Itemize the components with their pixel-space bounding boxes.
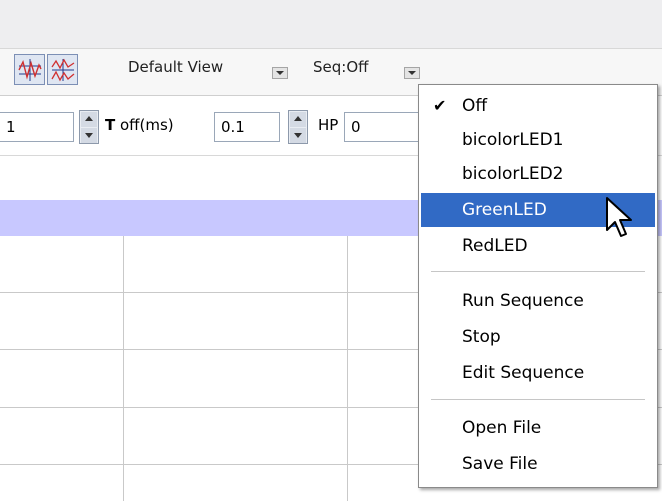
toff-stepper[interactable]: [288, 110, 308, 144]
trace-overlay-icon[interactable]: [14, 54, 45, 85]
toff-input[interactable]: [214, 112, 280, 142]
menu-item-label: Off: [462, 96, 488, 116]
menu-item-label: Stop: [462, 327, 501, 347]
hp-input[interactable]: [344, 112, 420, 142]
trace-split-icon[interactable]: [47, 54, 78, 85]
menu-item-bicolorled2[interactable]: bicolorLED2: [421, 157, 655, 191]
toff-label-prefix: T: [105, 116, 116, 134]
stepper-down-icon[interactable]: [81, 128, 97, 143]
mouse-pointer-icon: [606, 197, 632, 237]
menu-item-label: GreenLED: [462, 200, 547, 220]
menu-item-label: bicolorLED2: [462, 164, 564, 184]
stepper-up-icon[interactable]: [81, 112, 97, 127]
menu-item-label: bicolorLED1: [462, 130, 564, 150]
sequence-selector-label[interactable]: Seq:Off: [313, 58, 368, 76]
first-value-input[interactable]: [0, 112, 74, 142]
sequence-dropdown-arrow-icon[interactable]: [404, 67, 420, 79]
menu-item-off[interactable]: ✔ Off: [421, 89, 655, 123]
menu-item-open-file[interactable]: Open File: [421, 411, 655, 445]
view-dropdown-arrow-icon[interactable]: [272, 67, 288, 79]
sequence-menu: ✔ Off bicolorLED1 bicolorLED2 GreenLED R…: [418, 84, 658, 488]
hp-label: HP: [318, 116, 339, 134]
menu-separator: [431, 399, 645, 400]
view-selector-label[interactable]: Default View: [128, 58, 223, 76]
menu-item-stop[interactable]: Stop: [421, 320, 655, 354]
toff-label-text: off(ms): [115, 116, 174, 134]
menu-item-edit-sequence[interactable]: Edit Sequence: [421, 356, 655, 390]
menu-item-save-file[interactable]: Save File: [421, 447, 655, 481]
menu-item-label: Run Sequence: [462, 291, 584, 311]
toff-label: T off(ms): [105, 116, 174, 134]
menu-item-label: Save File: [462, 454, 538, 474]
stepper-down-icon[interactable]: [290, 128, 306, 143]
menu-item-run-sequence[interactable]: Run Sequence: [421, 284, 655, 318]
menu-item-label: Open File: [462, 418, 542, 438]
stepper-up-icon[interactable]: [290, 112, 306, 127]
menu-item-label: RedLED: [462, 236, 528, 256]
menu-item-bicolorled1[interactable]: bicolorLED1: [421, 123, 655, 157]
first-value-stepper[interactable]: [79, 110, 99, 144]
grid-column-line: [123, 236, 124, 501]
grid-column-line: [347, 236, 348, 501]
menu-item-label: Edit Sequence: [462, 363, 585, 383]
window-top-band: [0, 0, 662, 48]
menu-separator: [431, 271, 645, 272]
checkmark-icon: ✔: [433, 96, 447, 115]
